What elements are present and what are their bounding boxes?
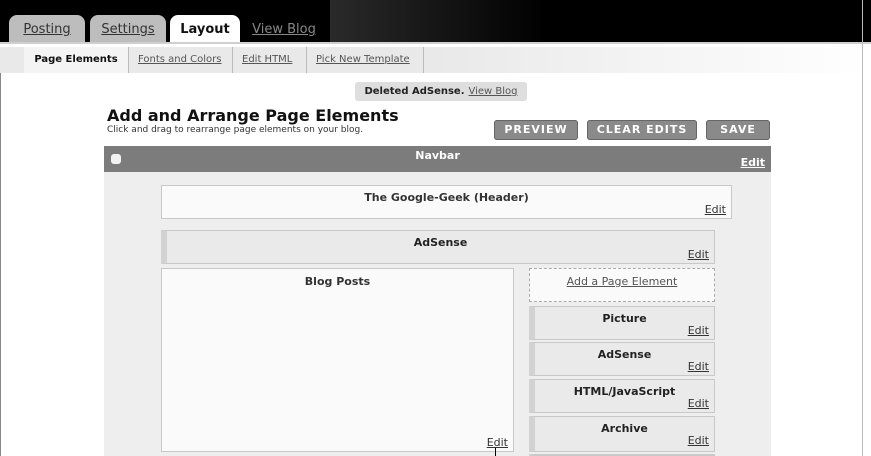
blog-posts-element[interactable]: Blog Posts Edit — [161, 268, 514, 452]
subnav-pick-new-template[interactable]: Pick New Template — [308, 47, 424, 73]
right-border — [862, 0, 863, 456]
sidebar-item-edit-link[interactable]: Edit — [688, 397, 709, 410]
status-message: Deleted AdSense. View Blog — [355, 82, 527, 101]
navbar-label: Navbar — [415, 149, 460, 162]
header-edit-link[interactable]: Edit — [705, 203, 726, 216]
preview-button[interactable]: PREVIEW — [494, 120, 578, 140]
navbar-edit-link[interactable]: Edit — [741, 156, 765, 169]
sidebar-item-edit-link[interactable]: Edit — [688, 360, 709, 373]
add-page-element[interactable]: Add a Page Element — [529, 268, 715, 302]
tab-layout[interactable]: Layout — [170, 15, 240, 43]
tab-settings[interactable]: Settings — [90, 15, 166, 43]
page-title: Add and Arrange Page Elements — [107, 106, 399, 125]
subnav-edit-html[interactable]: Edit HTML — [234, 47, 307, 73]
header-element[interactable]: The Google-Geek (Header) Edit — [161, 185, 732, 219]
page-subtitle: Click and drag to rearrange page element… — [107, 125, 364, 135]
clear-edits-button[interactable]: CLEAR EDITS — [587, 120, 697, 140]
status-view-blog-link[interactable]: View Blog — [469, 86, 518, 97]
adsense-top-label: AdSense — [413, 236, 468, 249]
mouse-cursor — [495, 448, 496, 456]
adsense-top-element[interactable]: AdSense Edit — [161, 230, 715, 264]
navbar-element[interactable]: Navbar Edit — [104, 146, 771, 172]
header-label: The Google-Geek (Header) — [364, 191, 529, 204]
tab-bar-fade — [330, 0, 871, 43]
status-text: Deleted AdSense. — [364, 86, 465, 97]
tab-view-blog[interactable]: View Blog — [244, 15, 324, 43]
save-button[interactable]: SAVE — [706, 120, 770, 140]
add-page-element-link[interactable]: Add a Page Element — [530, 275, 714, 288]
adsense-top-edit-link[interactable]: Edit — [688, 248, 709, 261]
blog-posts-edit-link[interactable]: Edit — [487, 436, 508, 449]
sidebar-item-adsense[interactable]: AdSense Edit — [529, 342, 715, 376]
left-border — [0, 73, 1, 456]
sub-navigation: Page Elements Fonts and Colors Edit HTML… — [0, 47, 871, 73]
subnav-page-elements[interactable]: Page Elements — [24, 47, 129, 73]
tab-posting[interactable]: Posting — [9, 15, 85, 43]
subnav-fonts-and-colors[interactable]: Fonts and Colors — [130, 47, 233, 73]
sidebar-item-edit-link[interactable]: Edit — [688, 324, 709, 337]
sidebar-item-html-javascript[interactable]: HTML/JavaScript Edit — [529, 379, 715, 413]
sidebar-item-picture[interactable]: Picture Edit — [529, 306, 715, 340]
sidebar-item-edit-link[interactable]: Edit — [688, 434, 709, 447]
tab-underline — [0, 42, 871, 44]
blog-posts-label: Blog Posts — [304, 275, 371, 288]
sidebar-item-archive[interactable]: Archive Edit — [529, 416, 715, 452]
